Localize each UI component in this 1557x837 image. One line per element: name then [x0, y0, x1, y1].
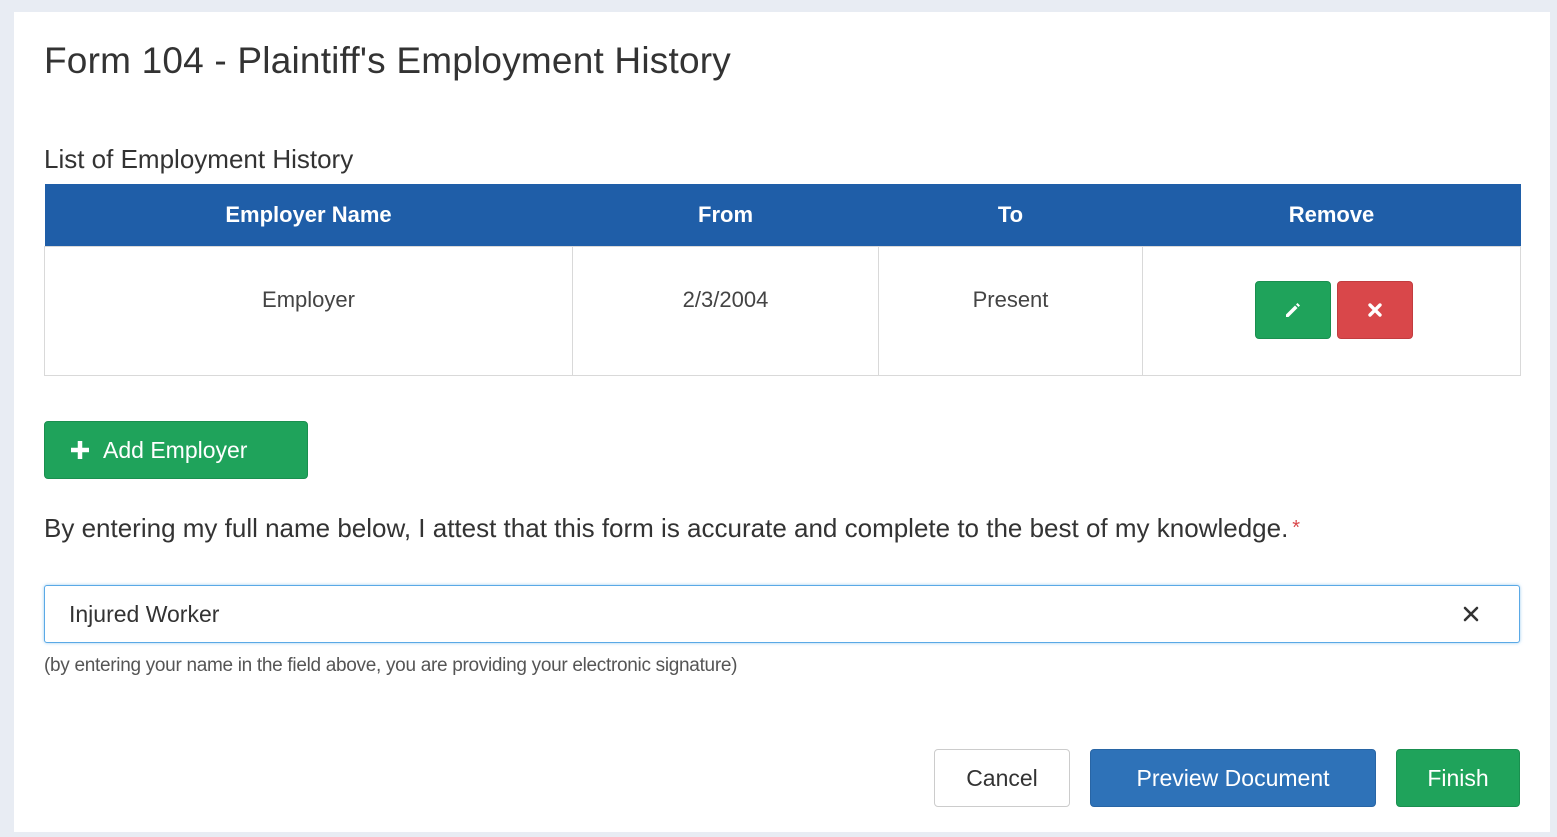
- cancel-button[interactable]: Cancel: [934, 749, 1070, 807]
- column-header-from: From: [572, 184, 879, 247]
- employment-history-table: Employer Name From To Remove Employer 2/…: [44, 184, 1521, 376]
- edit-employer-button[interactable]: [1254, 281, 1331, 339]
- signature-field: [44, 585, 1520, 643]
- to-date-cell: Present: [878, 246, 1143, 376]
- to-date-value: Present: [972, 287, 1049, 312]
- table-row: Employer 2/3/2004 Present: [44, 246, 1521, 376]
- column-header-remove: Remove: [1142, 184, 1521, 247]
- add-employer-button[interactable]: Add Employer: [44, 421, 308, 479]
- preview-document-button[interactable]: Preview Document: [1090, 749, 1376, 807]
- close-icon: [1463, 606, 1479, 622]
- from-date-value: 2/3/2004: [682, 287, 769, 312]
- form-panel: Form 104 - Plaintiff's Employment Histor…: [14, 12, 1550, 832]
- employer-name-value: Employer: [262, 287, 355, 312]
- pencil-icon: [1285, 303, 1300, 317]
- row-actions-cell: [1142, 246, 1521, 376]
- column-header-employer-name: Employer Name: [44, 184, 573, 247]
- add-employer-label: Add Employer: [103, 436, 248, 463]
- times-icon: [1367, 303, 1382, 317]
- table-header-row: Employer Name From To Remove: [44, 184, 1521, 247]
- attestation-label: By entering my full name below, I attest…: [44, 508, 1444, 548]
- remove-employer-button[interactable]: [1336, 281, 1413, 339]
- page-title: Form 104 - Plaintiff's Employment Histor…: [44, 40, 731, 81]
- employment-history-label: List of Employment History: [44, 144, 354, 174]
- required-marker: *: [1292, 517, 1301, 539]
- plus-icon: [71, 441, 89, 459]
- employer-name-cell: Employer: [44, 246, 573, 376]
- finish-button[interactable]: Finish: [1396, 749, 1520, 807]
- from-date-cell: 2/3/2004: [572, 246, 879, 376]
- attestation-text: By entering my full name below, I attest…: [44, 513, 1289, 543]
- signature-hint: (by entering your name in the field abov…: [44, 655, 738, 676]
- column-header-to: To: [878, 184, 1143, 247]
- signature-input[interactable]: [45, 586, 1445, 642]
- row-actions: [1147, 247, 1520, 339]
- clear-signature-button[interactable]: [1453, 596, 1489, 632]
